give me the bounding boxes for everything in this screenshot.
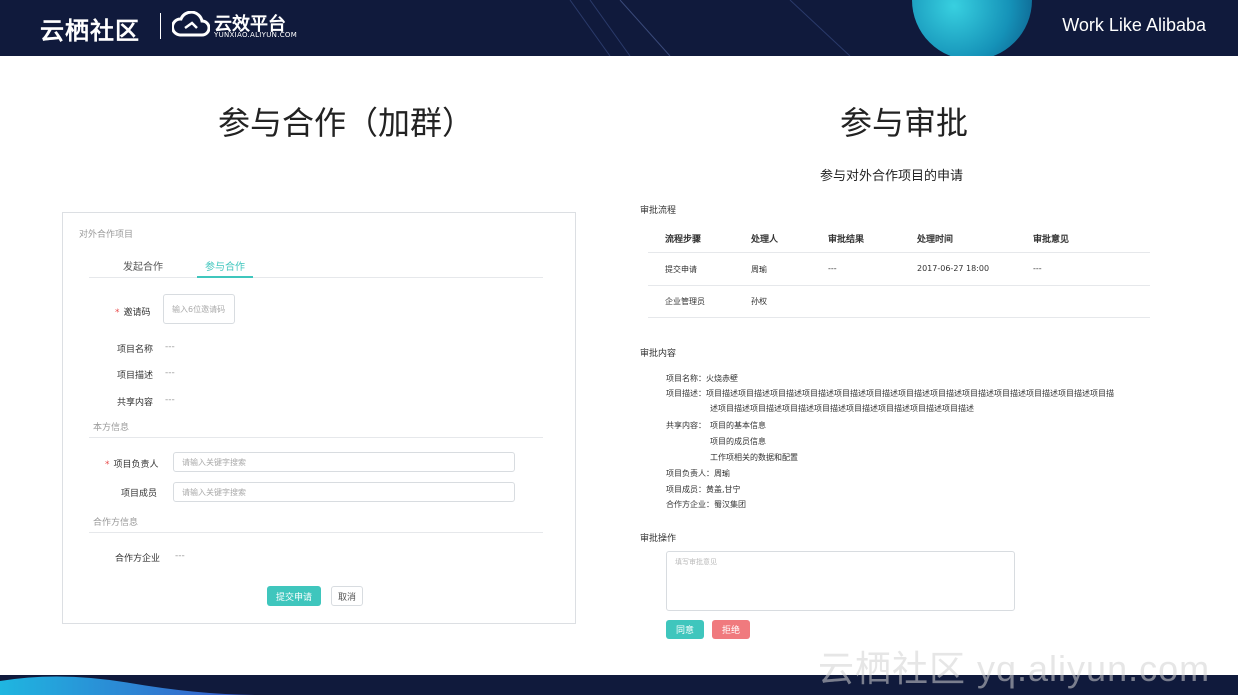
content-shared-label: 共享内容：	[666, 421, 706, 430]
approval-subtitle: 参与对外合作项目的申请	[820, 169, 964, 184]
flow-header-result: 审批结果	[828, 235, 865, 245]
watermark: 云栖社区 yq.aliyun.com	[818, 648, 1211, 689]
project-name-label: 项目名称	[117, 345, 154, 355]
project-desc-value: ---	[165, 368, 175, 378]
tab-join[interactable]: 参与合作	[205, 258, 245, 273]
flow-header-handler: 处理人	[751, 235, 779, 245]
right-slide-title: 参与审批	[840, 104, 969, 142]
project-name-value: ---	[165, 342, 175, 352]
content-section-heading: 审批内容	[640, 349, 677, 359]
operation-section-heading: 审批操作	[640, 534, 677, 544]
top-banner: 云栖社区 云效平台 YUNXIAO.ALIYUN.COM Work Like A…	[0, 0, 1238, 56]
flow-cell-step: 提交申请	[665, 265, 697, 274]
table-divider	[648, 285, 1150, 286]
cloud-icon	[172, 11, 210, 37]
our-info-heading: 本方信息	[93, 423, 130, 433]
opinion-textarea[interactable]: 填写审批意见	[666, 551, 1015, 611]
flow-cell-time: 2017-06-27 18:00	[917, 264, 990, 273]
content-owner: 项目负责人：周瑜	[666, 469, 730, 478]
logo-divider	[160, 13, 161, 39]
partner-info-heading: 合作方信息	[93, 518, 139, 528]
shared-content-label: 共享内容	[117, 398, 154, 408]
table-divider	[648, 317, 1150, 318]
content-company: 合作方企业：蜀汉集团	[666, 500, 746, 509]
flow-section-heading: 审批流程	[640, 206, 677, 216]
partner-company-value: ---	[175, 551, 185, 561]
content-members: 项目成员：黄盖,甘宁	[666, 485, 741, 494]
cooperation-form-panel: 对外合作项目 发起合作 参与合作 * 邀请码 输入6位邀请码 项目名称 --- 项…	[62, 212, 576, 624]
flow-header-opinion: 审批意见	[1033, 235, 1070, 245]
tab-initiate[interactable]: 发起合作	[123, 258, 163, 273]
panel-title: 对外合作项目	[79, 230, 134, 240]
content-shared-item: 工作项相关的数据和配置	[710, 453, 798, 462]
decorative-wave	[0, 676, 260, 695]
flow-cell-step: 企业管理员	[665, 297, 705, 306]
content-project-desc: 项目描述：项目描述项目描述项目描述项目描述项目描述项目描述项目描述项目描述项目描…	[666, 389, 1114, 398]
tabs-divider	[89, 277, 543, 278]
product-domain: YUNXIAO.ALIYUN.COM	[214, 31, 298, 39]
members-search-input[interactable]: 请输入关键字搜索	[173, 482, 515, 502]
table-divider	[648, 252, 1150, 253]
flow-cell-result: ---	[828, 264, 837, 273]
flow-cell-handler: 周瑜	[751, 265, 767, 274]
invite-code-input[interactable]: 输入6位邀请码	[163, 294, 235, 324]
section-divider	[89, 437, 543, 438]
slogan: Work Like Alibaba	[1062, 15, 1206, 35]
owner-label: * 项目负责人	[105, 460, 159, 470]
owner-search-input[interactable]: 请输入关键字搜索	[173, 452, 515, 472]
flow-header-step: 流程步骤	[665, 235, 702, 245]
left-slide-title: 参与合作（加群）	[218, 104, 475, 142]
shared-content-value: ---	[165, 395, 175, 405]
flow-cell-opinion: ---	[1033, 264, 1042, 273]
invite-code-label: * 邀请码	[115, 308, 151, 318]
members-label: 项目成员	[121, 489, 158, 499]
agree-button[interactable]: 同意	[666, 620, 704, 639]
project-desc-label: 项目描述	[117, 371, 154, 381]
flow-header-time: 处理时间	[917, 235, 954, 245]
section-divider	[89, 532, 543, 533]
content-project-desc-cont: 述项目描述项目描述项目描述项目描述项目描述项目描述项目描述项目描述	[710, 404, 974, 413]
flow-cell-handler: 孙权	[751, 297, 767, 306]
active-tab-indicator	[197, 276, 253, 278]
submit-button[interactable]: 提交申请	[267, 586, 321, 606]
content-shared-item: 项目的成员信息	[710, 437, 766, 446]
brand-logo: 云栖社区	[40, 17, 140, 45]
content-project-name: 项目名称：火烧赤壁	[666, 374, 738, 383]
partner-company-label: 合作方企业	[115, 554, 161, 564]
content-shared-item: 项目的基本信息	[710, 421, 766, 430]
cancel-button[interactable]: 取消	[331, 586, 363, 606]
reject-button[interactable]: 拒绝	[712, 620, 750, 639]
decorative-lines	[569, 0, 851, 56]
